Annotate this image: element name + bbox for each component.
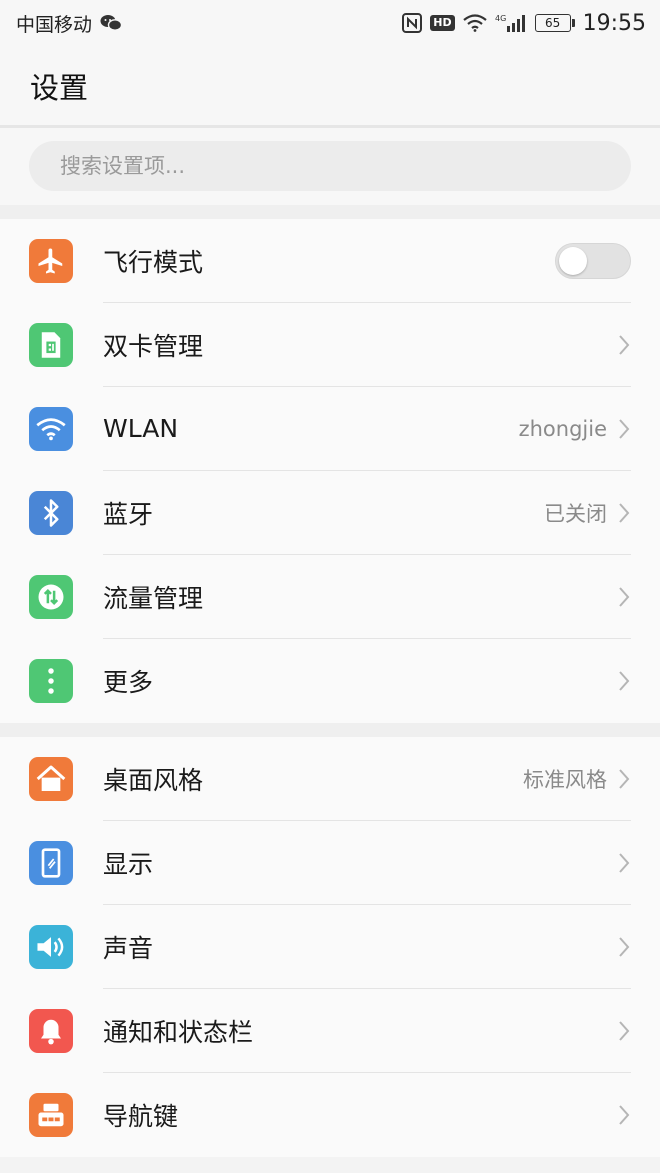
airplane-mode-toggle[interactable] [555,242,631,279]
network-type: 4G [495,14,506,23]
home-style-value: 标准风格 [523,767,607,792]
setting-home-style[interactable]: 桌面风格 标准风格 [0,737,660,821]
airplane-mode-label: 飞行模式 [103,247,204,277]
setting-display[interactable]: 显示 [0,821,660,905]
chevron-right-icon [617,767,631,791]
wlan-label: WLAN [103,414,179,443]
home-style-label: 桌面风格 [103,765,204,795]
airplane-icon [29,239,73,283]
chevron-right-icon [617,585,631,609]
more-dots-icon [29,659,73,703]
group-divider [0,205,660,219]
speaker-icon [29,925,73,969]
group-divider [0,723,660,737]
chevron-right-icon [617,935,631,959]
settings-group-network: 飞行模式 双卡管理 WLAN zhongjie 蓝牙 已关闭 流量管理 更多 [0,219,660,723]
signal-icon: 4G [495,13,527,33]
home-icon [29,757,73,801]
display-label: 显示 [103,849,154,879]
settings-group-device: 桌面风格 标准风格 显示 声音 通知和状态栏 导航键 [0,737,660,1157]
navigation-keys-label: 导航键 [103,1102,179,1131]
bluetooth-value: 已关闭 [544,501,607,526]
chevron-right-icon [617,1019,631,1043]
sound-label: 声音 [103,933,154,963]
wifi-icon [29,407,73,451]
nfc-icon [402,13,423,33]
notifications-label: 通知和状态栏 [103,1017,254,1047]
setting-notifications[interactable]: 通知和状态栏 [0,989,660,1073]
bell-icon [29,1009,73,1053]
chevron-right-icon [617,669,631,693]
battery-indicator: 65 [534,14,575,32]
bluetooth-icon [29,491,73,535]
carrier-name: 中国移动 [16,13,93,36]
search-section [0,128,660,205]
setting-data-usage[interactable]: 流量管理 [0,555,660,639]
display-icon [29,841,73,885]
data-usage-label: 流量管理 [103,583,204,613]
sim-card-icon [29,323,73,367]
dual-sim-label: 双卡管理 [103,331,204,361]
setting-navigation-keys[interactable]: 导航键 [0,1073,660,1157]
more-label: 更多 [103,668,154,697]
setting-wlan[interactable]: WLAN zhongjie [0,387,660,471]
status-time: 19:55 [582,10,646,36]
search-box[interactable] [29,141,631,191]
setting-sound[interactable]: 声音 [0,905,660,989]
page-header: 设置 [0,46,660,128]
chevron-right-icon [617,851,631,875]
setting-dual-sim[interactable]: 双卡管理 [0,303,660,387]
chevron-right-icon [617,1103,631,1127]
navigation-key-icon [29,1093,73,1137]
wlan-value: zhongjie [518,416,607,441]
chevron-right-icon [617,501,631,525]
bluetooth-label: 蓝牙 [103,499,154,529]
status-bar: 中国移动 HD 4G 65 19:55 [0,0,660,46]
search-input[interactable] [58,153,631,179]
setting-airplane-mode[interactable]: 飞行模式 [0,219,660,303]
data-usage-icon [29,575,73,619]
page-title: 设置 [30,70,89,105]
chevron-right-icon [617,333,631,357]
hd-badge: HD [430,15,455,31]
setting-bluetooth[interactable]: 蓝牙 已关闭 [0,471,660,555]
wifi-status-icon [462,14,487,32]
wechat-icon [100,14,123,32]
chevron-right-icon [617,417,631,441]
toggle-knob [559,246,587,275]
setting-more[interactable]: 更多 [0,639,660,723]
